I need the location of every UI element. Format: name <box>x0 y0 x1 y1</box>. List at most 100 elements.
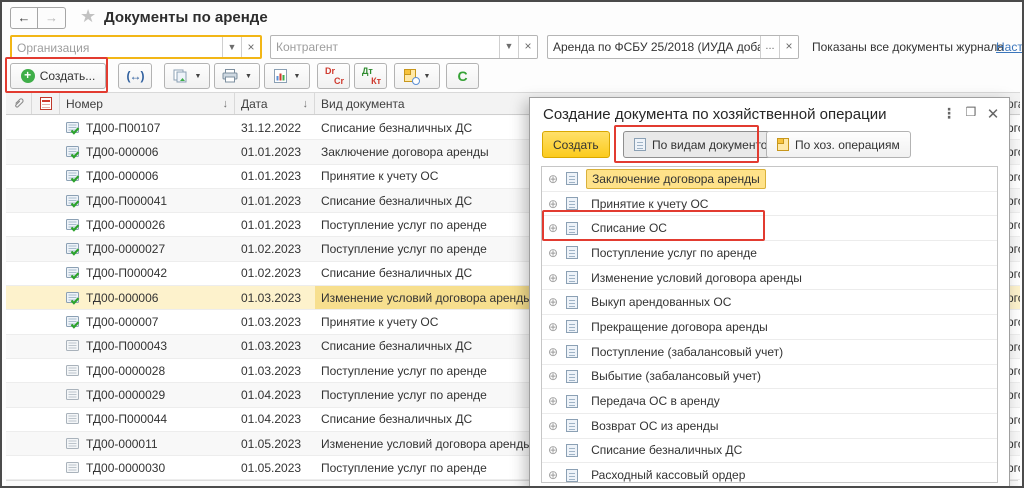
document-sheet-icon <box>566 221 579 235</box>
copy-documents-button[interactable]: ▼ <box>164 63 210 89</box>
state-cell <box>32 432 60 455</box>
document-type-item[interactable]: ⊕ Списание ОС <box>542 216 997 242</box>
by-document-types-label: По видам документов <box>652 137 774 152</box>
document-type-item[interactable]: ⊕ Расходный кассовый ордер <box>542 463 997 483</box>
expand-icon[interactable]: ⊕ <box>548 395 558 407</box>
nav-buttons: ← → <box>10 7 66 29</box>
document-posted-icon <box>66 194 80 208</box>
contragent-dropdown-icon[interactable]: ▼ <box>499 36 518 58</box>
expand-icon[interactable]: ⊕ <box>548 198 558 210</box>
document-number: ТД00-000007 <box>86 315 159 330</box>
attachment-cell <box>6 165 32 188</box>
expand-icon[interactable]: ⊕ <box>548 420 558 432</box>
document-date: 01.03.2023 <box>241 315 302 330</box>
document-sheet-icon <box>566 320 579 334</box>
state-cell <box>32 189 60 212</box>
expand-icon[interactable]: ⊕ <box>548 370 558 382</box>
attachment-cell <box>6 213 32 236</box>
organization-filter[interactable]: Организация ▼ × <box>10 35 262 59</box>
document-sheet-icon <box>566 197 579 211</box>
dialog-close-icon[interactable]: ✕ <box>985 105 1001 123</box>
dialog-maximize-icon[interactable]: ❒ <box>963 105 979 119</box>
document-type-item[interactable]: ⊕ Списание безналичных ДС <box>542 439 997 464</box>
document-clock-icon <box>403 69 420 85</box>
create-button[interactable]: + Создать... <box>10 63 106 89</box>
dropdown-caret-icon: ▼ <box>423 72 431 80</box>
dtkt-postings-button[interactable]: Дт Кт <box>354 63 387 89</box>
document-date: 01.04.2023 <box>241 412 302 427</box>
expand-icon[interactable]: ⊕ <box>548 469 558 481</box>
document-type-item[interactable]: ⊕ Изменение условий договора аренды <box>542 266 997 291</box>
document-type-label: Списание безналичных ДС <box>591 443 743 458</box>
document-number: ТД00-000011 <box>86 436 158 451</box>
document-date: 01.01.2023 <box>241 169 302 184</box>
attachment-cell <box>6 335 32 358</box>
document-number: ТД00-000006 <box>86 144 159 159</box>
document-unposted-icon <box>66 364 80 378</box>
organization-clear-icon[interactable]: × <box>241 37 260 57</box>
organization-dropdown-icon[interactable]: ▼ <box>222 37 241 57</box>
attachment-cell <box>6 116 32 139</box>
refresh-button[interactable]: C <box>446 63 479 89</box>
document-number: ТД00-0000029 <box>86 387 166 402</box>
document-type-item[interactable]: ⊕ Поступление услуг по аренде <box>542 241 997 266</box>
attachment-column-header[interactable] <box>6 93 32 114</box>
reports-button[interactable]: ▼ <box>264 63 310 89</box>
document-register-button[interactable]: ▼ <box>394 63 440 89</box>
document-number: ТД00-0000026 <box>86 217 166 232</box>
document-type-item[interactable]: ⊕ Прекращение договора аренды <box>542 315 997 340</box>
attachment-cell <box>6 456 32 479</box>
document-type-item[interactable]: ⊕ Выбытие (забалансовый учет) <box>542 365 997 390</box>
expand-icon[interactable]: ⊕ <box>548 296 558 308</box>
dtkt-icon: Дт Кт <box>362 66 381 86</box>
contragent-filter[interactable]: Контрагент ▼ × <box>270 35 538 59</box>
by-operations-toggle[interactable]: По хоз. операциям <box>766 131 911 158</box>
state-column-header[interactable] <box>32 93 60 114</box>
expand-icon[interactable]: ⊕ <box>548 272 558 284</box>
by-operations-label: По хоз. операциям <box>795 137 900 152</box>
document-type-label: Расходный кассовый ордер <box>591 468 746 483</box>
dialog-menu-icon[interactable]: ⋮ <box>941 105 957 122</box>
drcr-postings-button[interactable]: Dr Cr <box>317 63 350 89</box>
document-type-item[interactable]: ⊕ Выкуп арендованных ОС <box>542 290 997 316</box>
expand-icon[interactable]: ⊕ <box>548 321 558 333</box>
show-links-button[interactable]: (↔) <box>118 63 152 89</box>
document-type-item[interactable]: ⊕ Принятие к учету ОС <box>542 192 997 217</box>
journal-filter[interactable]: Аренда по ФСБУ 25/2018 (ИУДА добавлен ..… <box>547 35 799 59</box>
back-button[interactable]: ← <box>10 7 38 29</box>
document-posted-icon <box>66 315 80 329</box>
sort-desc-icon: ↓ <box>302 97 309 110</box>
journal-clear-icon[interactable]: × <box>779 36 798 58</box>
state-cell <box>32 237 60 260</box>
document-type-item[interactable]: ⊕ Передача ОС в аренду <box>542 389 997 414</box>
favorite-star-icon[interactable]: ★ <box>80 6 96 27</box>
document-type-item[interactable]: ⊕ Поступление (забалансовый учет) <box>542 340 997 365</box>
create-button-label: Создать... <box>39 69 96 83</box>
expand-icon[interactable]: ⊕ <box>548 222 558 234</box>
configure-list-link[interactable]: Настро <box>996 40 1022 54</box>
expand-icon[interactable]: ⊕ <box>548 444 558 456</box>
paperclip-icon <box>15 98 24 108</box>
document-posted-icon <box>66 266 80 281</box>
document-date: 01.02.2023 <box>241 242 302 257</box>
document-sheet-icon <box>566 271 579 285</box>
journal-more-icon[interactable]: ... <box>760 36 779 58</box>
document-type-item[interactable]: ⊕ Возврат ОС из аренды <box>542 414 997 439</box>
contragent-clear-icon[interactable]: × <box>518 36 537 58</box>
number-column-header[interactable]: Номер ↓ <box>60 93 235 114</box>
expand-icon[interactable]: ⊕ <box>548 346 558 358</box>
expand-icon[interactable]: ⊕ <box>548 173 558 185</box>
print-button[interactable]: ▼ <box>214 63 260 89</box>
forward-button[interactable]: → <box>38 7 66 29</box>
date-column-header[interactable]: Дата ↓ <box>235 93 315 114</box>
document-type-label: Поступление услуг по аренде <box>591 245 757 260</box>
by-document-types-toggle[interactable]: По видам документов <box>623 131 785 158</box>
document-type-label: Поступление (забалансовый учет) <box>591 344 784 359</box>
document-date: 01.03.2023 <box>241 290 302 305</box>
attachment-cell <box>6 310 32 333</box>
dropdown-caret-icon: ▼ <box>194 72 202 80</box>
document-type-item[interactable]: ⊕ Заключение договора аренды <box>542 167 997 192</box>
document-posted-icon <box>66 291 80 305</box>
expand-icon[interactable]: ⊕ <box>548 247 558 259</box>
dialog-create-button[interactable]: Создать <box>542 131 610 158</box>
